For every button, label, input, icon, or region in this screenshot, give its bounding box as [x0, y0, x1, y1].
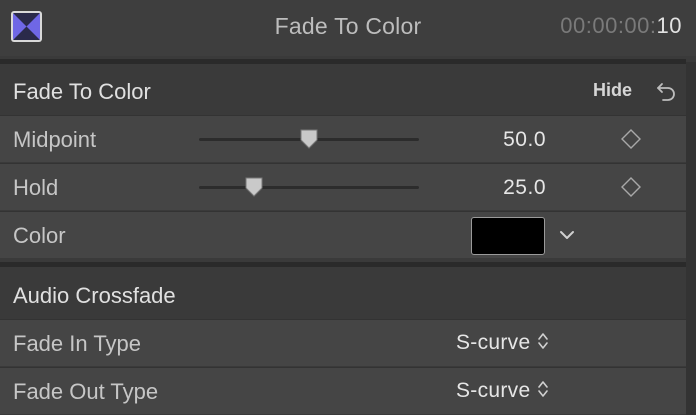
- hold-value-field[interactable]: 25.0: [470, 176, 546, 200]
- param-row-midpoint: Midpoint 50.0: [0, 115, 686, 162]
- keyframe-diamond-icon[interactable]: [621, 177, 641, 197]
- popup-value: S-curve: [456, 379, 531, 402]
- keyframe-diamond-icon[interactable]: [621, 129, 641, 149]
- chevron-down-icon[interactable]: [558, 228, 576, 242]
- up-down-chevron-icon: [538, 381, 549, 397]
- color-swatch[interactable]: [471, 217, 545, 255]
- hide-button[interactable]: Hide: [593, 80, 632, 101]
- timecode-display: 00:00:00:10: [560, 13, 682, 39]
- section-header-audio-crossfade: Audio Crossfade: [0, 271, 686, 319]
- section-header-fade-to-color: Fade To Color Hide: [0, 67, 686, 115]
- section-title: Fade To Color: [13, 79, 151, 104]
- undo-arrow-icon[interactable]: [654, 79, 678, 103]
- scrollbar-gutter[interactable]: [686, 62, 696, 415]
- midpoint-value-field[interactable]: 50.0: [470, 128, 546, 152]
- midpoint-slider-thumb[interactable]: [299, 128, 319, 150]
- fade-in-type-popup[interactable]: S-curve: [456, 331, 550, 355]
- param-label: Fade In Type: [13, 331, 142, 356]
- fade-out-type-popup[interactable]: S-curve: [456, 379, 550, 403]
- timecode-prefix: 00:00:00:: [560, 13, 657, 38]
- param-row-fade-out-type: Fade Out Type S-curve: [0, 367, 686, 414]
- param-label: Midpoint: [13, 127, 97, 152]
- param-row-fade-in-type: Fade In Type S-curve: [0, 319, 686, 366]
- param-row-color: Color: [0, 211, 686, 258]
- header-divider: [0, 59, 686, 64]
- param-label: Hold: [13, 175, 59, 200]
- up-down-chevron-icon: [538, 333, 549, 349]
- param-label: Fade Out Type: [13, 379, 159, 404]
- section-title: Audio Crossfade: [13, 283, 176, 308]
- inspector-panel: Fade To Color 00:00:00:10 Fade To Color …: [0, 0, 696, 415]
- popup-value: S-curve: [456, 331, 531, 354]
- inspector-header: Fade To Color 00:00:00:10: [0, 0, 696, 56]
- section-divider: [0, 262, 686, 267]
- hold-slider[interactable]: [199, 186, 419, 189]
- param-row-hold: Hold 25.0: [0, 163, 686, 210]
- timecode-frames: 10: [656, 13, 682, 38]
- hold-slider-thumb[interactable]: [244, 176, 264, 198]
- param-label: Color: [13, 223, 66, 248]
